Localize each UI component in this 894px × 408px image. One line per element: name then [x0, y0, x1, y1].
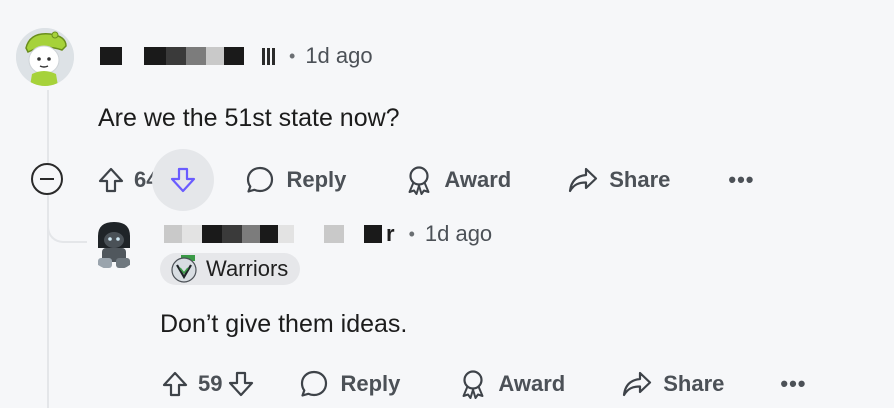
thread-line	[47, 90, 49, 408]
more-options-button[interactable]: •••	[780, 371, 806, 397]
redaction-block	[222, 225, 242, 243]
author-redacted[interactable]	[100, 47, 275, 65]
meta-separator: •	[289, 45, 296, 66]
redaction-block	[364, 225, 382, 243]
upvote-icon[interactable]	[94, 163, 128, 197]
reply-text: Don’t give them ideas.	[160, 310, 408, 338]
redaction-block	[260, 225, 278, 243]
reply-label: Reply	[340, 371, 401, 396]
redaction-block	[144, 47, 166, 65]
comment-actions: 64 Reply Award Share •••	[94, 149, 755, 211]
redaction-bars	[262, 47, 275, 65]
redaction-block	[100, 47, 122, 65]
share-button[interactable]: Share	[567, 165, 670, 195]
comment-time[interactable]: 1d ago	[305, 43, 372, 69]
vote-group: 64	[94, 149, 215, 211]
avatar[interactable]	[86, 214, 142, 270]
reply-time[interactable]: 1d ago	[425, 221, 492, 247]
author-tail: r	[386, 221, 395, 246]
comment-meta: • 1d ago	[100, 40, 373, 72]
reply-meta: r • 1d ago	[164, 218, 492, 250]
redaction-block	[166, 47, 186, 65]
author-redacted[interactable]: r	[164, 221, 395, 247]
redaction-block	[278, 225, 294, 243]
downvote-icon[interactable]	[224, 367, 258, 401]
comment-bubble-icon	[247, 166, 274, 193]
redaction-block	[164, 225, 182, 243]
award-label: Award	[498, 371, 566, 396]
meta-separator: •	[408, 223, 415, 244]
redaction-block	[202, 225, 222, 243]
vote-count: 59	[198, 371, 223, 396]
award-button[interactable]: Award	[404, 164, 511, 196]
avatar[interactable]	[16, 28, 74, 86]
flair-logo-icon	[171, 255, 197, 283]
share-label: Share	[609, 167, 671, 192]
upvote-icon[interactable]	[158, 367, 192, 401]
redaction-block	[206, 47, 224, 65]
award-button[interactable]: Award	[458, 368, 565, 400]
reply-button[interactable]: Reply	[244, 164, 346, 196]
collapse-icon[interactable]	[31, 163, 63, 195]
award-icon	[408, 166, 430, 195]
redaction-block	[186, 47, 206, 65]
user-flair: Warriors	[160, 253, 301, 285]
vote-group: 59	[158, 367, 258, 401]
share-button[interactable]: Share	[621, 369, 724, 399]
flair-label: Warriors	[206, 256, 289, 281]
share-arrow-icon	[569, 167, 598, 193]
reply-actions: 59 Reply Award Share •••	[158, 362, 807, 406]
share-arrow-icon	[623, 371, 652, 397]
award-label: Award	[444, 167, 512, 192]
comment-text: Are we the 51st state now?	[98, 104, 400, 132]
comment-bubble-icon	[301, 370, 328, 397]
redaction-block	[182, 225, 202, 243]
downvote-icon[interactable]	[152, 149, 215, 211]
reply-button[interactable]: Reply	[298, 368, 400, 400]
more-options-button[interactable]: •••	[728, 167, 754, 193]
reply-label: Reply	[286, 167, 347, 192]
award-icon	[462, 370, 484, 399]
share-label: Share	[663, 371, 725, 396]
redaction-block	[224, 47, 244, 65]
redaction-block	[324, 225, 344, 243]
redaction-block	[242, 225, 260, 243]
reply-connector	[47, 207, 87, 243]
